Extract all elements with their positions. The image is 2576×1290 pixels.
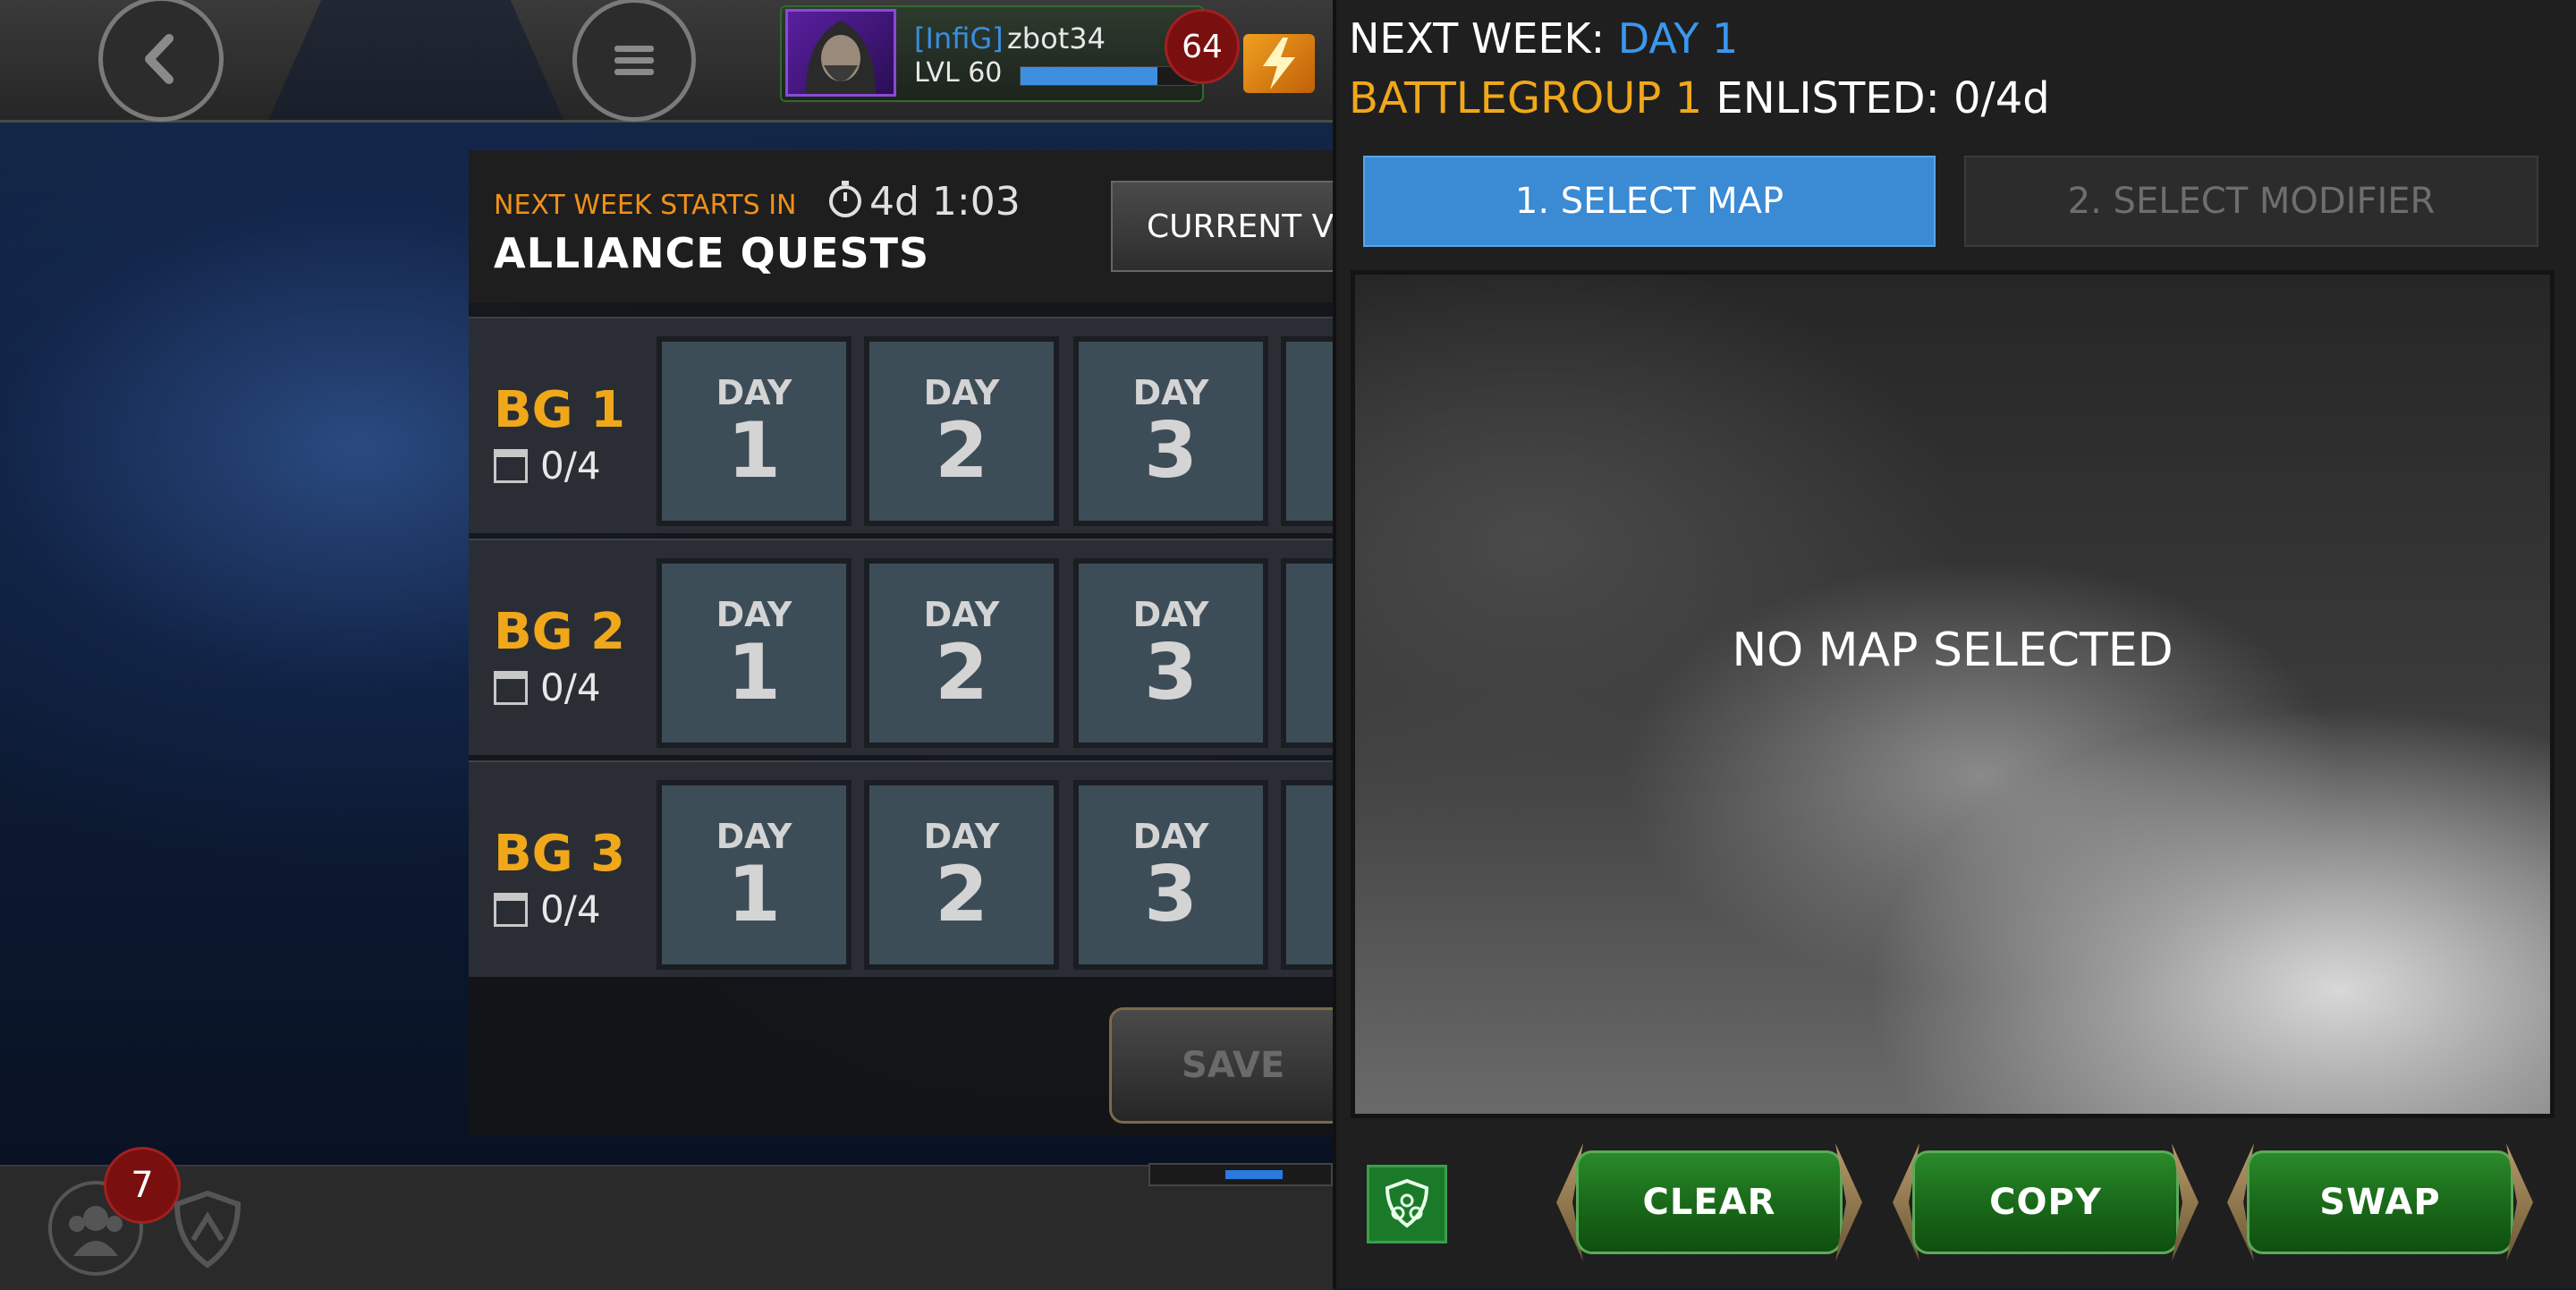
battlegroup-row: BG 1 0/4 DAY 1 DAY 2 DAY 3 — [469, 317, 1476, 533]
shield-icon — [174, 1190, 242, 1269]
quests-header: NEXT WEEK STARTS IN 4d 1:03 ALLIANCE QUE… — [469, 150, 1379, 302]
map-preview[interactable]: NO MAP SELECTED — [1351, 270, 2555, 1118]
day-tile-face: DAY 3 — [1079, 342, 1263, 521]
next-week-day: DAY 1 — [1617, 14, 1739, 63]
battlegroup-label: BG 3 — [494, 825, 626, 883]
day-tile-face: DAY 2 — [869, 564, 1054, 743]
top-bar: [InfiG] zbot34 LVL 60 64 — [0, 0, 1333, 123]
calendar-icon — [494, 448, 528, 483]
day-number: 3 — [1144, 850, 1198, 939]
enlisted-count: 0/4 — [540, 666, 601, 709]
energy-icon[interactable] — [1243, 34, 1315, 93]
day-number: 3 — [1144, 628, 1198, 717]
timer-text: 4d 1:03 — [869, 179, 1021, 225]
day-tile[interactable]: DAY 1 — [657, 558, 852, 748]
stopwatch-icon — [829, 181, 861, 217]
countdown-timer: 4d 1:03 — [826, 179, 1021, 225]
day-tile[interactable]: DAY 1 — [657, 780, 852, 970]
day-tile[interactable]: DAY 1 — [657, 336, 852, 526]
scroll-indicator — [1148, 1163, 1333, 1186]
day-tile[interactable]: DAY 3 — [1073, 558, 1268, 748]
enlisted-status: 0/4 — [494, 666, 601, 709]
username: zbot34 — [1007, 21, 1106, 55]
day-tile-face: DAY 3 — [1079, 785, 1263, 964]
battlegroup-line: BATTLEGROUP 1 ENLISTED: 0/4d — [1349, 73, 2050, 123]
day-tile[interactable]: DAY 2 — [864, 336, 1059, 526]
enlisted-count: 0/4 — [540, 887, 601, 931]
tab-select-modifier[interactable]: 2. SELECT MODIFIER — [1964, 156, 2538, 247]
xp-bar-fill — [1021, 67, 1157, 85]
player-avatar — [785, 9, 896, 97]
battlegroup-row: BG 2 0/4 DAY 1 DAY 2 DAY 3 — [469, 539, 1476, 755]
copy-label: COPY — [1989, 1182, 2102, 1223]
alliance-war-button[interactable] — [172, 1190, 243, 1269]
clear-button[interactable]: CLEAR — [1556, 1143, 1862, 1261]
scroll-thumb — [1225, 1170, 1283, 1179]
enlisted-count: 0/4 — [540, 444, 601, 488]
next-week-day-line: NEXT WEEK: DAY 1 — [1349, 14, 1738, 63]
battlegroup-label: BG 2 — [494, 603, 626, 661]
swap-label: SWAP — [2319, 1182, 2441, 1223]
day-tile-face: DAY 2 — [869, 342, 1054, 521]
alliance-crest-icon — [1385, 1178, 1429, 1228]
enlisted-count: ENLISTED: 0/4d — [1702, 73, 2050, 123]
day-number: 1 — [727, 850, 781, 939]
clear-label: CLEAR — [1642, 1182, 1776, 1223]
alliance-notification-badge: 7 — [104, 1147, 181, 1224]
next-week-prefix: NEXT WEEK: — [1349, 14, 1618, 63]
swap-button[interactable]: SWAP — [2227, 1143, 2533, 1261]
day-tile[interactable]: DAY 2 — [864, 558, 1059, 748]
top-bar-notch — [268, 0, 564, 120]
day-tile-face: DAY 1 — [662, 564, 846, 743]
hooded-character-icon — [806, 21, 876, 94]
enlisted-status: 0/4 — [494, 887, 601, 931]
menu-button[interactable] — [572, 0, 696, 122]
day-tile[interactable]: DAY 3 — [1073, 780, 1268, 970]
day-tile-face: DAY 2 — [869, 785, 1054, 964]
day-number: 1 — [727, 406, 781, 496]
tab-select-map[interactable]: 1. SELECT MAP — [1363, 156, 1936, 247]
copy-button[interactable]: COPY — [1893, 1143, 2199, 1261]
day-tile-face: DAY 1 — [662, 785, 846, 964]
day-tile[interactable]: DAY 2 — [864, 780, 1059, 970]
day-number: 1 — [727, 628, 781, 717]
hamburger-icon — [614, 46, 654, 75]
day-tile[interactable]: DAY 3 — [1073, 336, 1268, 526]
next-week-label: NEXT WEEK STARTS IN — [494, 190, 797, 221]
player-profile[interactable]: [InfiG] zbot34 LVL 60 — [780, 5, 1204, 102]
bottom-bar: 7 — [0, 1147, 1333, 1290]
calendar-icon — [494, 892, 528, 927]
battlegroup-name: BATTLEGROUP 1 — [1349, 73, 1703, 123]
back-button[interactable] — [98, 0, 224, 122]
day-number: 2 — [935, 406, 988, 496]
chevron-left-icon — [145, 34, 174, 84]
map-selection-panel: NEXT WEEK: DAY 1 BATTLEGROUP 1 ENLISTED:… — [1333, 0, 2576, 1288]
no-map-label: NO MAP SELECTED — [1732, 624, 2174, 677]
day-tile-face: DAY 3 — [1079, 564, 1263, 743]
enlisted-status: 0/4 — [494, 444, 601, 488]
player-level: LVL 60 — [914, 57, 1003, 89]
alliance-settings-button[interactable] — [1367, 1165, 1447, 1243]
calendar-icon — [494, 670, 528, 705]
battlegroup-label: BG 1 — [494, 381, 626, 439]
alliance-quests-panel: NEXT WEEK STARTS IN 4d 1:03 ALLIANCE QUE… — [469, 150, 1476, 1136]
notification-badge[interactable]: 64 — [1165, 9, 1240, 84]
page-title: ALLIANCE QUESTS — [494, 229, 930, 277]
xp-bar — [1020, 66, 1197, 86]
day-number: 2 — [935, 628, 988, 717]
battlegroup-row: BG 3 0/4 DAY 1 DAY 2 DAY 3 — [469, 760, 1476, 977]
day-tile-face: DAY 1 — [662, 342, 846, 521]
day-number: 3 — [1144, 406, 1198, 496]
day-number: 2 — [935, 850, 988, 939]
alliance-tag: [InfiG] — [914, 21, 1004, 55]
